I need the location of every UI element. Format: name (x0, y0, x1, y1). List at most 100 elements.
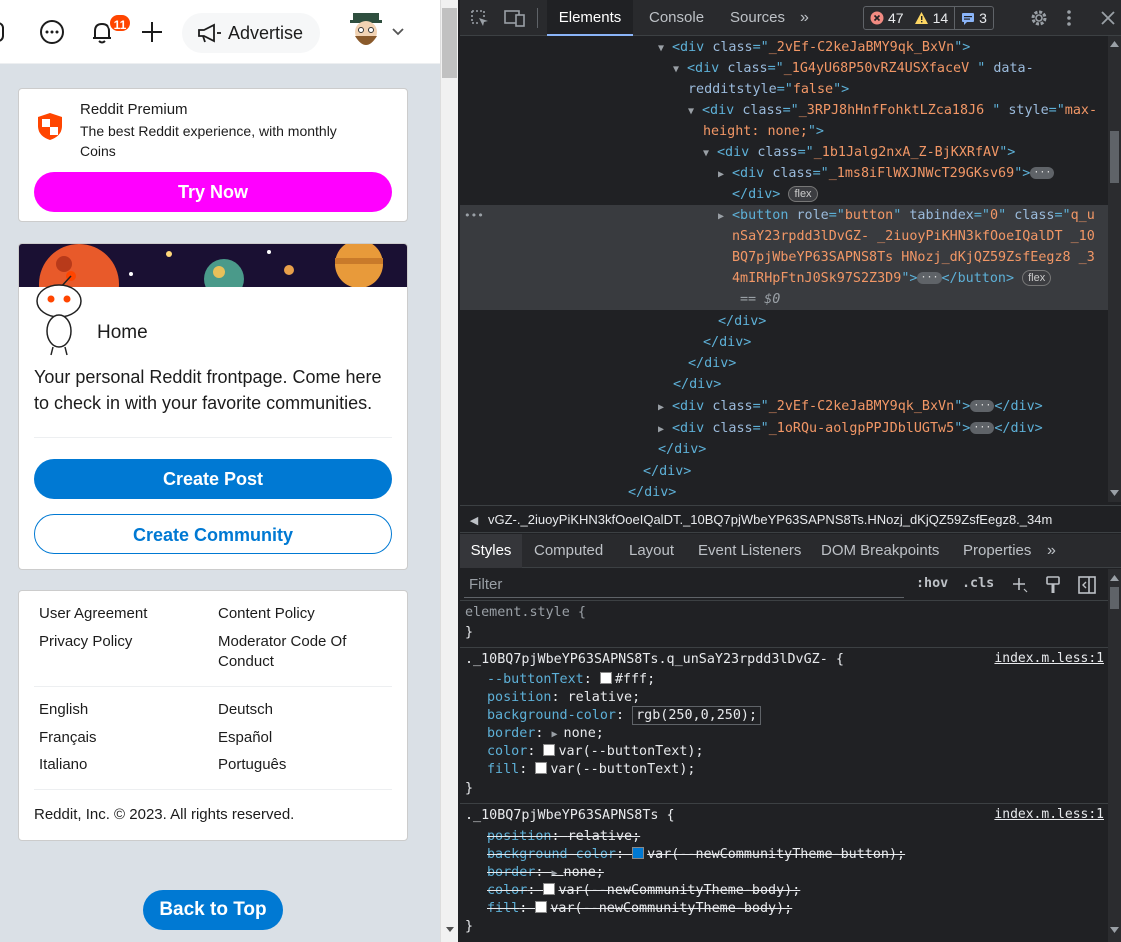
lang-espanol[interactable]: Español (218, 729, 272, 746)
rule1-prop[interactable]: position: relative; (487, 689, 640, 707)
tab-properties[interactable]: Properties (963, 534, 1031, 568)
dom-node[interactable]: ▼ <div class="_1G4yU68P50vRZ4USXfaceV " d… (673, 58, 1121, 79)
lang-deutsch[interactable]: Deutsch (218, 701, 273, 718)
rule1-prop[interactable]: border: ▶ none; (487, 725, 604, 743)
color-swatch[interactable] (599, 672, 612, 684)
paint-brush-icon[interactable] (1045, 576, 1061, 594)
new-rule-icon[interactable] (1012, 577, 1028, 593)
hov-toggle[interactable]: :hov (916, 576, 948, 591)
advertise-button[interactable]: Advertise (182, 13, 320, 53)
copyright: Reddit, Inc. © 2023. All rights reserved… (34, 806, 295, 823)
color-swatch[interactable] (543, 744, 556, 756)
flex-badge[interactable]: flex (1022, 270, 1052, 286)
rule1-selector[interactable]: ._10BQ7pjWbeYP63SAPNS8Ts.q_unSaY23rpdd3l… (465, 651, 844, 669)
dom-tree[interactable]: ▼ <div class="_2vEf-C2keJaBMY9qk_BxVn"> ▼… (460, 36, 1121, 502)
moderator-code-link-2[interactable]: Conduct (218, 653, 274, 670)
rule1-prop[interactable]: color: var(--buttonText); (487, 743, 704, 761)
scroll-up-arrow-icon[interactable] (1110, 40, 1119, 47)
tab-event-listeners[interactable]: Event Listeners (698, 534, 801, 568)
rule-separator (460, 647, 1108, 648)
scroll-down-arrow-icon[interactable] (445, 924, 455, 934)
user-avatar[interactable] (347, 10, 385, 52)
scrollbar-thumb[interactable] (1110, 587, 1119, 609)
dom-node[interactable]: ▼ <div class="_3RPJ8hHnfFohktLZca18J6 " s… (688, 100, 1121, 121)
issue-counts[interactable]: 47 14 3 (863, 6, 994, 30)
rule2-prop-overridden[interactable]: fill: var(--newCommunityTheme-body); (487, 900, 792, 918)
color-swatch[interactable] (543, 883, 556, 895)
tab-computed[interactable]: Computed (534, 534, 603, 568)
home-title: Home (97, 322, 148, 343)
more-tabs-icon[interactable]: » (800, 0, 809, 36)
rule2-prop-overridden[interactable]: position: relative; (487, 828, 640, 846)
tab-console[interactable]: Console (649, 0, 704, 36)
value-editor[interactable]: rgb(250,0,250); (632, 706, 762, 725)
lang-francais[interactable]: Français (39, 729, 97, 746)
scroll-up-arrow-icon[interactable] (1110, 574, 1119, 581)
content-policy-link[interactable]: Content Policy (218, 605, 315, 622)
home-desc-1: Your personal Reddit frontpage. Come her… (34, 367, 382, 387)
close-icon[interactable] (1101, 11, 1115, 25)
kebab-menu-icon[interactable] (1065, 8, 1073, 28)
user-agreement-link[interactable]: User Agreement (39, 605, 147, 622)
dom-node-close: </div> (643, 464, 692, 479)
color-swatch[interactable] (535, 901, 548, 913)
scrollbar-thumb[interactable] (442, 8, 457, 78)
toggle-sidebar-icon[interactable] (1078, 576, 1096, 594)
scrollbar-thumb[interactable] (1110, 131, 1119, 183)
moderator-code-link[interactable]: Moderator Code Of (218, 633, 346, 650)
breadcrumb-path[interactable]: vGZ-._2iuoyPiKHN3kfOoeIQalDT._10BQ7pjWbe… (488, 512, 1052, 527)
page-scrollbar[interactable] (440, 0, 458, 942)
styles-scrollbar[interactable] (1108, 569, 1121, 942)
rule2-source-link[interactable]: index.m.less:1 (994, 807, 1104, 822)
premium-desc-1: The best Reddit experience, with monthly (80, 123, 337, 139)
element-style-selector[interactable]: element.style { (465, 604, 586, 622)
dom-node[interactable]: ▶ <div class="_1oRQu-aolgpPPJDblUGTw5"> ··… (658, 418, 1121, 439)
tab-dom-breakpoints[interactable]: DOM Breakpoints (821, 534, 939, 568)
dom-node-button[interactable]: ▶ <button role="button" tabindex="0" clas… (718, 205, 1121, 226)
try-now-button[interactable]: Try Now (34, 172, 392, 212)
lang-english[interactable]: English (39, 701, 88, 718)
tab-sources[interactable]: Sources (730, 0, 785, 36)
flex-badge[interactable]: flex (788, 186, 818, 202)
error-count[interactable]: 47 14 (864, 7, 954, 29)
rule1-prop-editing[interactable]: background-color: rgb(250,0,250); (487, 706, 762, 725)
lang-italiano[interactable]: Italiano (39, 756, 87, 773)
tab-styles[interactable]: Styles (460, 534, 522, 568)
rule2-prop-overridden[interactable]: border: ▶ none; (487, 864, 604, 882)
scroll-down-arrow-icon[interactable] (1110, 490, 1119, 497)
dom-node[interactable]: ▼ <div class="_1b1Jalg2nxA_Z-BjKXRfAV"> (703, 142, 1121, 163)
dom-node[interactable]: ▼ <div class="_2vEf-C2keJaBMY9qk_BxVn"> (658, 37, 1121, 58)
dom-node[interactable]: ▶ <div class="_1ms8iFlWXJNWcT29GKsv69"> ··… (718, 163, 1121, 184)
device-toolbar-icon[interactable] (504, 9, 526, 27)
rule1-prop[interactable]: fill: var(--buttonText); (487, 761, 696, 779)
create-community-button[interactable]: Create Community (34, 514, 392, 554)
rule2-selector[interactable]: ._10BQ7pjWbeYP63SAPNS8Ts { (465, 807, 675, 825)
tab-layout[interactable]: Layout (629, 534, 674, 568)
breadcrumb-left-arrow-icon[interactable]: ◀ (460, 507, 488, 532)
dom-tree-scrollbar[interactable] (1108, 36, 1121, 502)
rule1-prop[interactable]: --buttonText: #fff; (487, 671, 655, 689)
chevron-down-icon[interactable] (390, 24, 406, 40)
inspect-element-icon[interactable] (470, 9, 490, 27)
scroll-down-arrow-icon[interactable] (1110, 927, 1119, 934)
create-post-button[interactable]: Create Post (34, 459, 392, 499)
chat-icon[interactable] (36, 16, 68, 48)
message-count[interactable]: 3 (954, 7, 993, 29)
cls-toggle[interactable]: .cls (962, 576, 994, 591)
lang-portugues[interactable]: Português (218, 756, 286, 773)
privacy-policy-link[interactable]: Privacy Policy (39, 633, 132, 650)
divider (34, 437, 392, 438)
tab-elements[interactable]: Elements (547, 0, 633, 36)
dom-node[interactable]: ▶ <div class="_2vEf-C2keJaBMY9qk_BxVn"> ··… (658, 396, 1121, 417)
more-subtabs-icon[interactable]: » (1047, 534, 1056, 568)
breadcrumb[interactable]: ◀ vGZ-._2iuoyPiKHN3kfOoeIQalDT._10BQ7pjWb… (460, 505, 1121, 533)
filter-input-box[interactable] (464, 572, 904, 598)
back-to-top-button[interactable]: Back to Top (143, 890, 283, 930)
plus-icon[interactable] (136, 16, 168, 48)
rule2-prop-overridden[interactable]: color: var(--newCommunityTheme-body); (487, 882, 800, 900)
gear-icon[interactable] (1029, 8, 1049, 28)
color-swatch[interactable] (535, 762, 548, 774)
rule2-prop-overridden[interactable]: background-color: var(--newCommunityThem… (487, 846, 905, 864)
rule1-source-link[interactable]: index.m.less:1 (994, 651, 1104, 666)
color-swatch[interactable] (632, 847, 645, 859)
